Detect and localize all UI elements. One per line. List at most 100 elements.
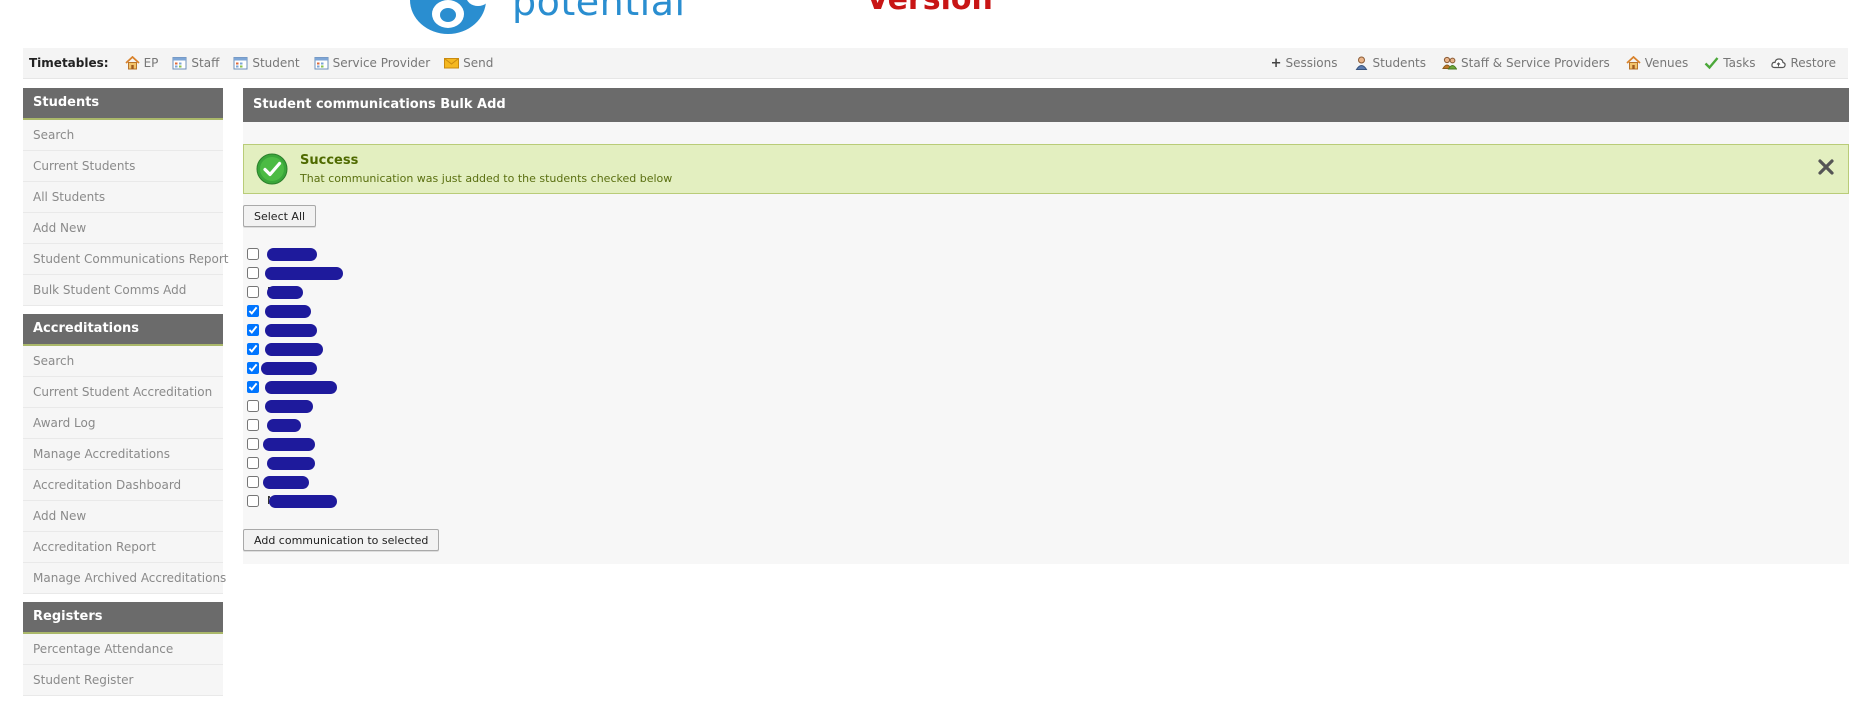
student-checkbox[interactable] — [247, 247, 259, 260]
student-row: F — [247, 282, 345, 301]
sidebar-item-current-student-accreditation[interactable]: Current Student Accreditation — [23, 377, 223, 408]
sidebar-item-student-communications-report[interactable]: Student Communications Report — [23, 244, 228, 275]
page-title: Student communications Bulk Add — [243, 88, 1849, 122]
admin-nav: + Sessions Students Staff & Service Prov… — [1271, 48, 1836, 78]
sidebar-section-students: Search Current Students All Students Add… — [23, 120, 228, 306]
redaction-mark — [265, 400, 313, 413]
toolbar-item-label: Send — [463, 56, 494, 70]
toolbar-item-sessions[interactable]: + Sessions — [1271, 56, 1338, 71]
sidebar-section-title: Accreditations — [23, 314, 223, 346]
toolbar-item-label: Tasks — [1723, 56, 1756, 70]
toolbar-item-label: Students — [1372, 56, 1427, 70]
select-all-button[interactable]: Select All — [243, 205, 317, 227]
student-row — [247, 358, 345, 377]
main-panel: Student communications Bulk Add Success … — [243, 88, 1849, 564]
student-checkbox[interactable] — [247, 342, 259, 355]
toolbar-item-staff-service-providers[interactable]: Staff & Service Providers — [1442, 56, 1610, 70]
alert-title: Success — [300, 153, 359, 168]
timetables-label: Timetables: — [29, 56, 109, 70]
student-checkbox[interactable] — [247, 304, 259, 317]
student-row — [247, 434, 345, 453]
student-checkbox[interactable] — [247, 266, 259, 279]
envelope-icon — [444, 56, 460, 70]
toolbar-item-label: EP — [143, 56, 159, 70]
sidebar-item-search[interactable]: Search — [23, 346, 223, 377]
home-icon — [124, 55, 140, 70]
redaction-mark — [265, 324, 317, 337]
toolbar-item-label: Staff — [191, 56, 220, 70]
users-icon — [1442, 56, 1458, 70]
student-row — [247, 301, 345, 320]
logo-ring-icon — [410, 0, 489, 34]
student-checkbox[interactable] — [247, 475, 259, 488]
sidebar-section-title: Registers — [23, 602, 223, 634]
student-row: N — [247, 491, 345, 510]
student-row — [247, 472, 345, 491]
toolbar-item-label: Staff & Service Providers — [1461, 56, 1610, 70]
sidebar-item-add-new[interactable]: Add New — [23, 213, 223, 244]
redaction-mark — [265, 381, 337, 394]
redaction-mark — [263, 438, 315, 451]
student-row — [247, 263, 345, 282]
redaction-mark — [269, 495, 337, 508]
redaction-mark — [267, 419, 301, 432]
success-check-icon — [256, 153, 288, 185]
calendar-icon — [314, 56, 329, 70]
sidebar-item-percentage-attendance[interactable]: Percentage Attendance — [23, 634, 223, 665]
toolbar-item-venues[interactable]: Venues — [1626, 55, 1689, 70]
student-row — [247, 396, 345, 415]
student-checkbox[interactable] — [247, 361, 259, 374]
logo: potential — [408, 0, 708, 36]
toolbar-item-restore[interactable]: Restore — [1771, 56, 1836, 70]
toolbar-item-staff[interactable]: Staff — [172, 56, 219, 70]
toolbar-item-label: Student — [252, 56, 300, 70]
toolbar-item-service-provider[interactable]: Service Provider — [314, 56, 431, 70]
sidebar-item-manage-accreditations[interactable]: Manage Accreditations — [23, 439, 223, 470]
student-checkbox[interactable] — [247, 494, 259, 507]
student-checkbox[interactable] — [247, 456, 259, 469]
sidebar-item-award-log[interactable]: Award Log — [23, 408, 223, 439]
toolbar-item-send[interactable]: Send — [444, 56, 493, 70]
student-checkbox[interactable] — [247, 323, 259, 336]
student-row: Dominic — [247, 377, 345, 396]
sidebar-item-student-register[interactable]: Student Register — [23, 665, 223, 696]
sidebar-item-accreditation-dashboard[interactable]: Accreditation Dashboard — [23, 470, 223, 501]
toolbar-item-label: Venues — [1644, 56, 1689, 70]
sidebar-item-all-students[interactable]: All Students — [23, 182, 223, 213]
redaction-mark — [265, 305, 311, 318]
sidebar-section-accreditations: Search Current Student Accreditation Awa… — [23, 346, 226, 594]
sidebar-item-current-students[interactable]: Current Students — [23, 151, 223, 182]
redaction-mark — [265, 343, 323, 356]
toolbar-item-student[interactable]: Student — [233, 56, 300, 70]
plus-icon: + — [1270, 55, 1282, 71]
toolbar-item-label: Service Provider — [332, 56, 431, 70]
toolbar-item-label: Sessions — [1285, 56, 1338, 70]
toolbar-item-ep[interactable]: EP — [124, 55, 159, 70]
toolbar-item-tasks[interactable]: Tasks — [1704, 56, 1755, 70]
check-icon — [1704, 56, 1719, 70]
add-communication-button[interactable]: Add communication to selected — [243, 529, 440, 551]
student-checkbox[interactable] — [247, 380, 259, 393]
redaction-mark — [265, 267, 343, 280]
sidebar-item-search[interactable]: Search — [23, 120, 223, 151]
success-alert: Success That communication was just adde… — [243, 144, 1849, 194]
top-toolbar: Timetables: EP Staff Student Service Pro… — [23, 48, 1848, 79]
redaction-mark — [267, 457, 315, 470]
student-checkbox[interactable] — [247, 399, 259, 412]
sidebar-item-bulk-student-comms-add[interactable]: Bulk Student Comms Add — [23, 275, 223, 306]
student-checkbox[interactable] — [247, 418, 259, 431]
close-icon[interactable] — [1816, 157, 1836, 177]
redaction-mark — [267, 248, 317, 261]
version-text: Version — [866, 0, 993, 17]
student-checkbox[interactable] — [247, 285, 259, 298]
student-checkbox[interactable] — [247, 437, 259, 450]
sidebar-item-manage-archived-accreditations[interactable]: Manage Archived Accreditations — [23, 563, 226, 594]
student-row — [247, 415, 345, 434]
student-checklist: F Dominic N — [247, 244, 345, 510]
toolbar-item-students[interactable]: Students — [1354, 56, 1427, 70]
calendar-icon — [172, 56, 187, 70]
sidebar-item-add-new[interactable]: Add New — [23, 501, 223, 532]
sidebar-item-accreditation-report[interactable]: Accreditation Report — [23, 532, 223, 563]
alert-message: That communication was just added to the… — [300, 172, 673, 185]
student-row — [247, 320, 345, 339]
